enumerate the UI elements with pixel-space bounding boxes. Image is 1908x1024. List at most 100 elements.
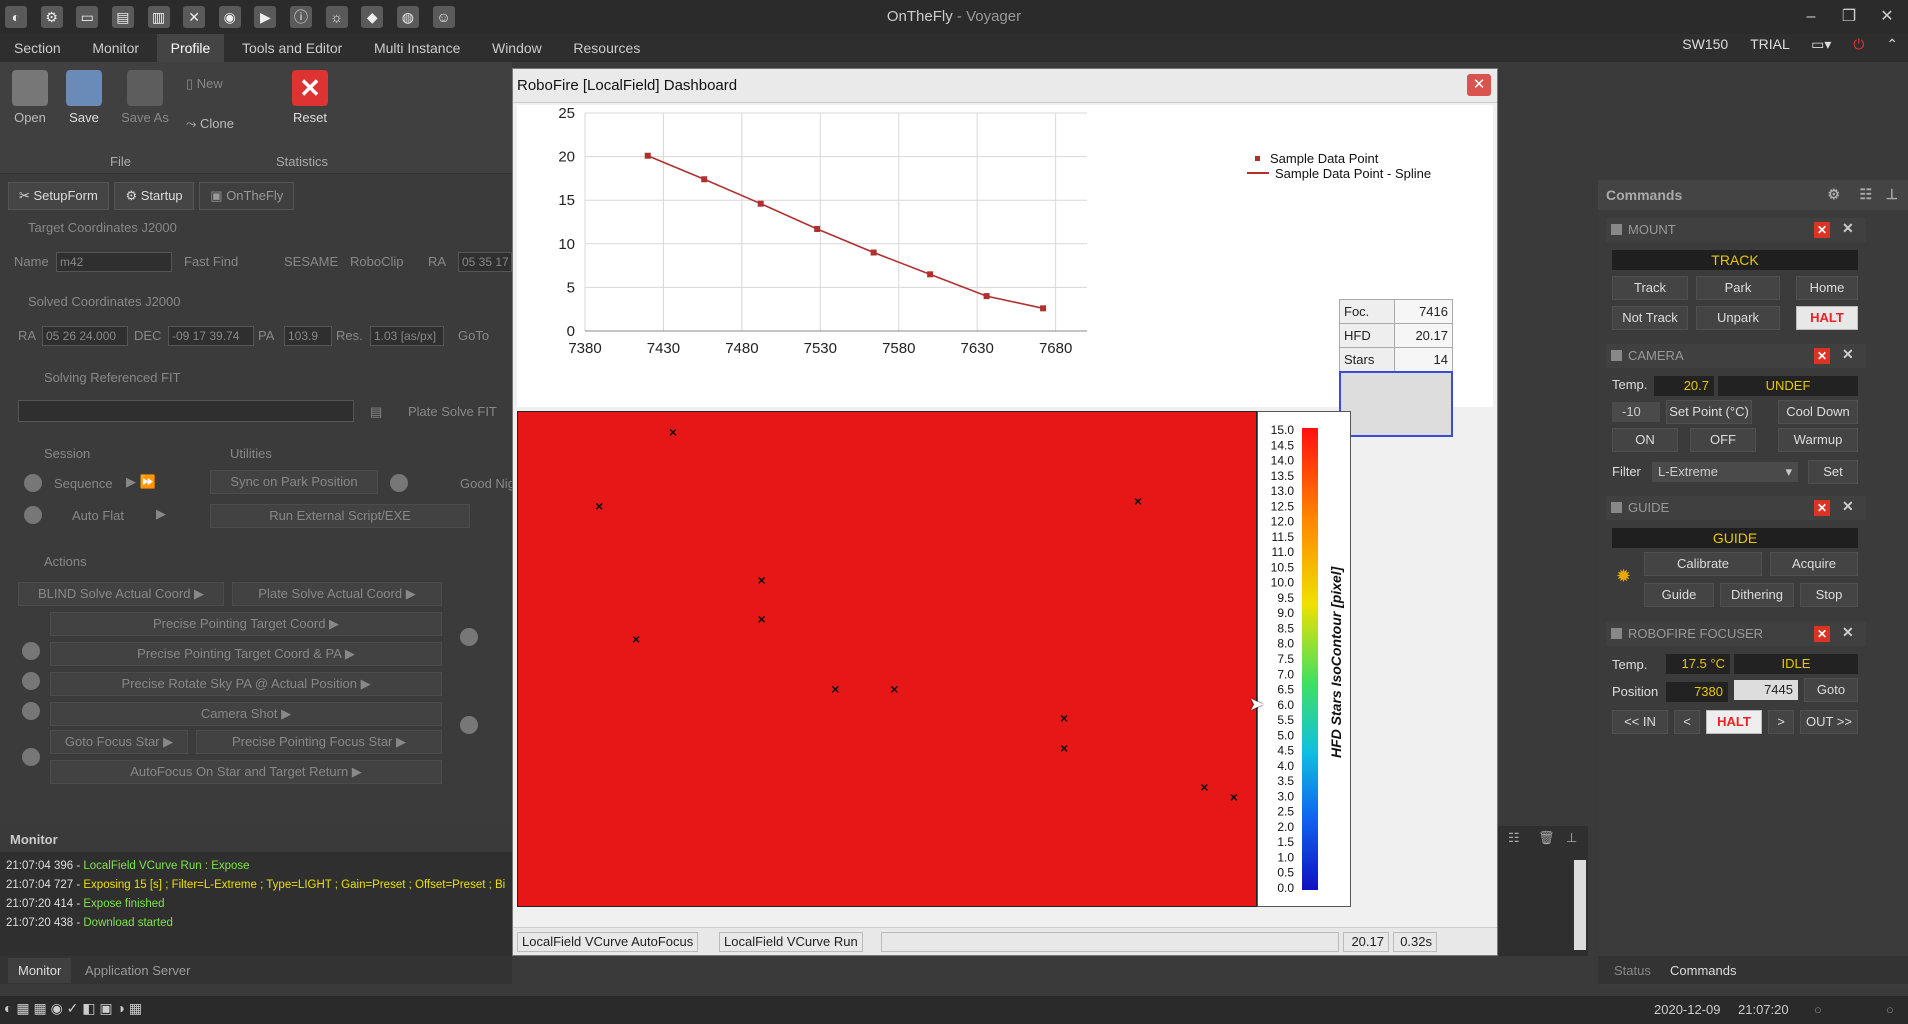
collapse-icon[interactable] [1611, 628, 1622, 639]
close-icon[interactable]: ✕ [1842, 498, 1854, 515]
menu-section[interactable]: Section [0, 34, 75, 62]
collapse-icon[interactable] [1611, 224, 1622, 235]
restore-icon[interactable]: ❐ [1834, 6, 1864, 28]
dec-field[interactable]: -09 17 39.74 [168, 326, 254, 346]
menu-multi-instance[interactable]: Multi Instance [360, 34, 474, 62]
trash-icon[interactable]: 🗑 [1538, 830, 1555, 846]
list-icon[interactable]: ☷ [1508, 830, 1520, 846]
open-button[interactable]: Open [10, 70, 50, 125]
menu-tools[interactable]: Tools and Editor [228, 34, 356, 62]
focuser-step-out-button[interactable]: > [1768, 710, 1794, 734]
plate-solve-actual-button[interactable]: Plate Solve Actual Coord ▶ [232, 582, 442, 606]
name-field[interactable]: m42 [56, 252, 172, 272]
goto-focus-button[interactable]: Goto Focus Star ▶ [50, 730, 188, 754]
calibrate-button[interactable]: Calibrate [1644, 552, 1762, 576]
gear-icon[interactable] [390, 474, 408, 492]
filter-set-button[interactable]: Set [1808, 460, 1858, 484]
focuser-in-button[interactable]: << IN [1612, 710, 1668, 734]
clone-button[interactable]: ⤳ Clone [186, 116, 256, 132]
park-button[interactable]: Park [1696, 276, 1780, 300]
tab-application-server[interactable]: Application Server [75, 958, 201, 983]
collapse-icon[interactable] [1611, 502, 1622, 513]
ra2-field[interactable]: 05 26 24.000 [42, 326, 128, 346]
gear-icon[interactable] [460, 716, 478, 734]
tab-onthefly[interactable]: ▣ OnTheFly [199, 182, 295, 210]
close-icon[interactable]: ✕ [1814, 222, 1830, 238]
sync-park-button[interactable]: Sync on Park Position [210, 470, 378, 494]
not-track-button[interactable]: Not Track [1612, 306, 1688, 330]
guide-stop-button[interactable]: Stop [1800, 583, 1858, 607]
menu-monitor[interactable]: Monitor [78, 34, 153, 62]
camera-shot-button[interactable]: Camera Shot ▶ [50, 702, 442, 726]
warmup-button[interactable]: Warmup [1778, 428, 1858, 452]
tab-startup[interactable]: ⚙ Startup [114, 182, 194, 210]
close-icon[interactable]: ✕ [1814, 626, 1830, 642]
fast-find-button[interactable]: Fast Find [184, 254, 238, 269]
good-night-button[interactable]: Good Nig [460, 476, 515, 491]
save-button[interactable]: Save [64, 70, 104, 125]
plate-solve-fit-button[interactable]: Plate Solve FIT [408, 404, 497, 419]
camera-off-button[interactable]: OFF [1690, 428, 1756, 452]
setpoint-stepper[interactable]: -10 [1612, 402, 1660, 422]
focuser-step-in-button[interactable]: < [1674, 710, 1700, 734]
set-point-button[interactable]: Set Point (°C) [1666, 400, 1752, 424]
acquire-button[interactable]: Acquire [1770, 552, 1858, 576]
pin-icon[interactable]: ⊥ [1886, 186, 1898, 203]
target-position-input[interactable]: 7445 [1734, 680, 1798, 700]
pp-target-button[interactable]: Precise Pointing Target Coord ▶ [50, 612, 442, 636]
dithering-button[interactable]: Dithering [1720, 583, 1794, 607]
play-icon[interactable]: ▶ [156, 506, 166, 522]
auto-flat-button[interactable]: Auto Flat [72, 508, 124, 523]
tab-monitor[interactable]: Monitor [8, 958, 72, 983]
focuser-goto-button[interactable]: Goto [1804, 678, 1858, 702]
gear-icon[interactable]: ✹ [1616, 566, 1631, 587]
cool-down-button[interactable]: Cool Down [1778, 400, 1858, 424]
run-script-button[interactable]: Run External Script/EXE [210, 504, 470, 528]
fit-path-field[interactable] [18, 400, 354, 422]
play-icon[interactable]: ▶ ⏩ [126, 474, 156, 490]
sequence-button[interactable]: Sequence [54, 476, 113, 491]
pr-rotate-button[interactable]: Precise Rotate Sky PA @ Actual Position … [50, 672, 442, 696]
roboclip-button[interactable]: RoboClip [350, 254, 403, 269]
guide-button[interactable]: Guide [1644, 583, 1714, 607]
goto-button[interactable]: GoTo [458, 328, 489, 343]
power-icon[interactable]: ⏻ [1853, 36, 1864, 52]
close-icon[interactable]: ✕ [1814, 500, 1830, 516]
minimize-icon[interactable]: – [1796, 6, 1826, 28]
menu-profile[interactable]: Profile [156, 34, 225, 62]
gear-icon[interactable] [22, 672, 40, 690]
sw-badge[interactable]: SW150 [1682, 36, 1728, 52]
dialog-close-button[interactable]: ✕ [1467, 74, 1491, 96]
res-field[interactable]: 1.03 [as/px] [370, 326, 444, 346]
gear-icon[interactable] [22, 702, 40, 720]
pa-field[interactable]: 103.9 [284, 326, 332, 346]
tab-commands[interactable]: Commands [1670, 963, 1736, 978]
new-button[interactable]: ▯ New [186, 76, 246, 92]
settings-icon[interactable]: ⚙ [1827, 186, 1840, 203]
blind-solve-button[interactable]: BLIND Solve Actual Coord ▶ [18, 582, 224, 606]
folder-icon[interactable]: ▤ [370, 404, 382, 420]
monitor-icon[interactable]: ▭▾ [1811, 36, 1831, 52]
tab-status[interactable]: Status [1614, 963, 1651, 978]
collapse-icon[interactable] [1611, 350, 1622, 361]
filter-select[interactable]: L-Extreme ▾ [1652, 462, 1798, 482]
ra-field[interactable]: 05 35 17 [458, 252, 512, 272]
pp-focus-button[interactable]: Precise Pointing Focus Star ▶ [196, 730, 442, 754]
track-button[interactable]: Track [1612, 276, 1688, 300]
unpark-button[interactable]: Unpark [1696, 306, 1780, 330]
focuser-halt-button[interactable]: HALT [1706, 710, 1762, 734]
menu-window[interactable]: Window [478, 34, 556, 62]
close-icon[interactable]: ✕ [1842, 220, 1854, 237]
collapse-icon[interactable]: ⌃ [1886, 36, 1898, 52]
gear-icon[interactable] [22, 642, 40, 660]
reset-button[interactable]: ✕ Reset [288, 70, 332, 125]
autofocus-return-button[interactable]: AutoFocus On Star and Target Return ▶ [50, 760, 442, 784]
camera-on-button[interactable]: ON [1612, 428, 1678, 452]
home-button[interactable]: Home [1796, 276, 1858, 300]
menu-resources[interactable]: Resources [559, 34, 654, 62]
close-icon[interactable]: ✕ [1842, 346, 1854, 363]
close-icon[interactable]: ✕ [1842, 624, 1854, 641]
tab-setupform[interactable]: ✂ SetupForm [8, 182, 109, 210]
scrollbar[interactable] [1574, 860, 1586, 950]
gear-icon[interactable] [460, 628, 478, 646]
